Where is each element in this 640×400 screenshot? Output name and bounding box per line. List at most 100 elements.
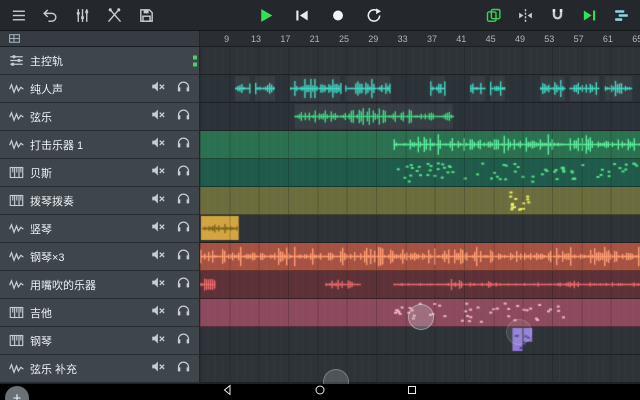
track-header[interactable]: 弦乐 补充 [0, 355, 200, 383]
skip-start-icon [294, 7, 311, 24]
mute-button[interactable] [146, 331, 171, 351]
speaker-mute-icon [151, 275, 166, 295]
headphones-icon [176, 191, 191, 211]
track-lane[interactable] [200, 215, 640, 243]
solo-headphones-button[interactable] [171, 359, 196, 379]
solo-headphones-button[interactable] [171, 191, 196, 211]
piano-roll-button[interactable] [610, 4, 633, 27]
solo-headphones-button[interactable] [171, 219, 196, 239]
track-lane[interactable] [200, 159, 640, 187]
track-lane[interactable] [200, 103, 640, 131]
back-button[interactable] [222, 383, 234, 400]
lane-clips [200, 355, 640, 382]
mute-button[interactable] [146, 219, 171, 239]
instruments-button[interactable] [103, 4, 126, 27]
mute-button[interactable] [146, 107, 171, 127]
ruler-tick: 25 [329, 34, 358, 44]
track-row: 弦乐 [0, 103, 640, 131]
track-lane[interactable] [200, 271, 640, 299]
save-button[interactable] [135, 4, 158, 27]
lane-clips [200, 47, 640, 74]
skip-start-button[interactable] [291, 4, 314, 27]
wave-icon [5, 361, 27, 376]
solo-headphones-button[interactable] [171, 275, 196, 295]
speaker-mute-icon [151, 247, 166, 267]
loop-icon [366, 7, 383, 24]
lane-clips [200, 159, 640, 186]
recents-button[interactable] [406, 383, 418, 400]
forward-button[interactable] [578, 4, 601, 27]
solo-headphones-button[interactable] [171, 331, 196, 351]
headphones-icon [176, 247, 191, 267]
track-name: 纯人声 [30, 81, 146, 97]
record-button[interactable] [327, 4, 350, 27]
solo-headphones-button[interactable] [171, 79, 196, 99]
track-name: 弦乐 [30, 109, 146, 125]
track-header[interactable]: 用嘴吹的乐器 [0, 271, 200, 299]
mute-button[interactable] [146, 303, 171, 323]
track-lane[interactable] [200, 243, 640, 271]
solo-headphones-button[interactable] [171, 135, 196, 155]
pattern-pages-button[interactable] [482, 4, 505, 27]
track-header[interactable]: 贝斯 [0, 159, 200, 187]
track-lane[interactable] [200, 355, 640, 383]
track-name: 弦乐 补充 [30, 361, 146, 377]
undo-button[interactable] [39, 4, 62, 27]
ruler-tick: 21 [300, 34, 329, 44]
track-lane[interactable] [200, 299, 640, 327]
track-lane[interactable] [200, 187, 640, 215]
mute-button[interactable] [146, 135, 171, 155]
app: 91317212529333741454953576165 主控轨 纯人声 [0, 0, 640, 400]
menu-button[interactable] [7, 4, 30, 27]
track-header[interactable]: 打击乐器 1 [0, 131, 200, 159]
grid-toggle-button[interactable] [6, 32, 22, 46]
play-button[interactable] [255, 4, 278, 27]
track-header[interactable]: 钢琴×3 [0, 243, 200, 271]
split-button[interactable] [514, 4, 537, 27]
track-header[interactable]: 弦乐 [0, 103, 200, 131]
solo-headphones-button[interactable] [171, 107, 196, 127]
ruler[interactable]: 91317212529333741454953576165 [200, 31, 640, 47]
mute-button[interactable] [146, 191, 171, 211]
track-name: 用嘴吹的乐器 [30, 277, 146, 293]
track-header[interactable]: 钢琴 [0, 327, 200, 355]
play-icon [257, 6, 276, 25]
home-button[interactable] [314, 383, 326, 400]
mute-button[interactable] [146, 359, 171, 379]
magnet-button[interactable] [546, 4, 569, 27]
track-header[interactable]: 纯人声 [0, 75, 200, 103]
track-header[interactable]: 拨琴拨奏 [0, 187, 200, 215]
track-header[interactable]: 竖琴 [0, 215, 200, 243]
keys-icon [5, 333, 27, 348]
headphones-icon [176, 79, 191, 99]
ruler-tick: 57 [564, 34, 593, 44]
track-lane[interactable] [200, 131, 640, 159]
mixer-button[interactable] [71, 4, 94, 27]
track-lane[interactable] [200, 327, 640, 355]
track-header[interactable]: 主控轨 [0, 47, 200, 75]
track-row: 钢琴×3 [0, 243, 640, 271]
track-header[interactable]: 吉他 [0, 299, 200, 327]
track-lane[interactable] [200, 75, 640, 103]
master-grip[interactable] [193, 55, 197, 66]
ruler-tick: 9 [212, 34, 241, 44]
track-lane[interactable] [200, 47, 640, 75]
solo-headphones-button[interactable] [171, 303, 196, 323]
mute-button[interactable] [146, 247, 171, 267]
mute-button[interactable] [146, 79, 171, 99]
speaker-mute-icon [151, 303, 166, 323]
track-list: 主控轨 纯人声 弦乐 [0, 47, 640, 400]
lane-clips [200, 271, 640, 298]
undo-icon [42, 7, 59, 24]
ruler-tick: 17 [271, 34, 300, 44]
solo-headphones-button[interactable] [171, 163, 196, 183]
headphones-icon [176, 331, 191, 351]
mute-button[interactable] [146, 275, 171, 295]
solo-headphones-button[interactable] [171, 247, 196, 267]
track-name: 竖琴 [30, 221, 146, 237]
ruler-tick: 41 [447, 34, 476, 44]
loop-button[interactable] [363, 4, 386, 27]
headphones-icon [176, 163, 191, 183]
menu-icon [10, 7, 27, 24]
mute-button[interactable] [146, 163, 171, 183]
